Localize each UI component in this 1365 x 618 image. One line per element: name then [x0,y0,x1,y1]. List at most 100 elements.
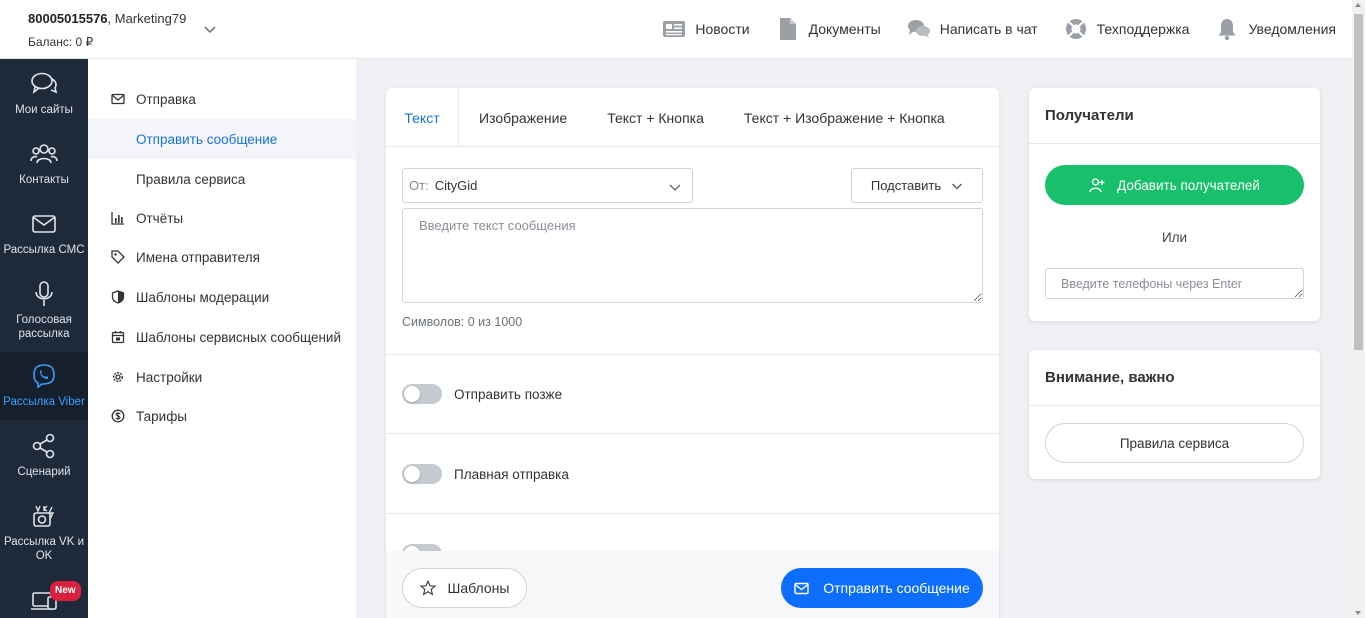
nav-documents-label: Документы [808,21,881,37]
sidebar-item-sms[interactable]: Рассылка СМС [0,211,88,269]
nav-chat-label: Написать в чат [939,21,1038,37]
recipients-card: Получатели Добавить получателей Или [1029,88,1320,321]
sidebar-item-label: Рассылка Viber [3,396,85,408]
divider [386,433,999,434]
divider [386,354,999,355]
account-info[interactable]: 80005015576, Marketing79 Баланс: 0 ₽ [28,11,186,49]
envelope-icon [794,582,809,594]
scrollbar-thumb[interactable] [1354,14,1363,350]
menu-item-settings[interactable]: Настройки [88,357,356,397]
nav-news[interactable]: Новости [662,17,750,41]
menu-item-send-message[interactable]: Отправить сообщение [88,119,356,159]
sidebar-item-viber[interactable]: Рассылка Viber [0,352,88,420]
chat-bubbles-icon [31,72,58,94]
sidebar-item-label: Контакты [19,174,69,186]
sender-select[interactable]: От: CityGid [402,168,693,203]
send-message-button[interactable]: Отправить сообщение [781,568,983,608]
tab-image[interactable]: Изображение [459,88,587,147]
lifebuoy-icon [1065,19,1086,39]
chevron-down-icon[interactable] [203,22,217,36]
account-id: 80005015576 [28,11,108,26]
sidebar-item-voice[interactable]: Голосовая рассылка [0,281,88,353]
sender-label: От: [409,178,429,193]
bar-chart-icon [111,212,124,225]
composer-footer: Шаблоны Отправить сообщение [386,551,999,618]
menu-item-label: Имена отправителя [136,249,260,265]
sidebar-item-label: Голосовая рассылка [16,314,72,340]
section-menu: Отправка Отправить сообщение Правила сер… [88,59,356,618]
message-type-tabs: Текст Изображение Текст + Кнопка Текст +… [386,88,999,147]
sidebar-item-devices[interactable]: New [0,581,88,618]
account-line: 80005015576, Marketing79 [28,11,186,26]
templates-label: Шаблоны [447,580,510,596]
nav-news-label: Новости [695,21,750,37]
service-rules-button[interactable]: Правила сервиса [1045,423,1304,463]
sidebar-item-label: Мои сайты [15,104,73,116]
important-card: Внимание, важно Правила сервиса [1029,350,1320,479]
menu-item-send[interactable]: Отправка [88,79,356,119]
scroll-down-icon[interactable] [1355,611,1361,615]
new-badge: New [50,581,81,601]
sidebar-item-label: Рассылка СМС [3,244,85,256]
message-composer-card: Текст Изображение Текст + Кнопка Текст +… [386,88,999,618]
top-nav: Новости Документы Написать в чат Техподд… [636,17,1336,41]
menu-item-label: Отправка [136,91,196,107]
important-title: Внимание, важно [1029,350,1320,406]
nav-support-label: Техподдержка [1096,21,1190,37]
menu-item-sender-names[interactable]: Имена отправителя [88,237,356,277]
document-icon [779,18,796,40]
menu-item-reports[interactable]: Отчёты [88,198,356,238]
tab-text[interactable]: Текст [386,88,459,147]
symbol-counter: Символов: 0 из 1000 [402,315,523,329]
sidebar-item-my-sites[interactable]: Мои сайты [0,71,88,129]
tab-text-image-button[interactable]: Текст + Изображение + Кнопка [724,88,965,147]
dollar-circle-icon [111,409,125,423]
menu-item-moderation-templates[interactable]: Шаблоны модерации [88,277,356,317]
chevron-down-icon [952,183,963,189]
smooth-send-toggle[interactable] [402,464,442,484]
nav-documents[interactable]: Документы [776,17,881,41]
menu-item-service-rules[interactable]: Правила сервиса [88,159,356,199]
sidebar-item-scenario[interactable]: Сценарий [0,433,88,491]
phones-textarea[interactable] [1045,268,1304,299]
sidebar-item-contacts[interactable]: Контакты [0,141,88,199]
menu-item-tariffs[interactable]: Тарифы [88,396,356,436]
scroll-up-icon[interactable] [1355,3,1361,7]
message-textarea[interactable] [402,208,983,303]
main-sidebar: Мои сайты Контакты Рассылка СМС Голосова… [0,59,88,618]
tab-text-button[interactable]: Текст + Кнопка [587,88,724,147]
gear-icon [112,371,124,383]
insert-variable-button[interactable]: Подставить [851,168,983,203]
send-later-row: Отправить позже [402,384,562,404]
menu-item-label: Отправить сообщение [136,131,278,147]
divider [386,513,999,514]
menu-item-label: Отчёты [136,210,184,226]
nav-notifications-label: Уведомления [1248,21,1336,37]
send-later-label: Отправить позже [454,386,563,402]
account-name: , Marketing79 [107,11,187,26]
contacts-icon [30,144,58,164]
sidebar-item-vk-ok[interactable]: Рассылка VK и OK [0,503,88,575]
menu-item-label: Шаблоны сервисных сообщений [136,329,341,345]
add-user-icon [1089,178,1105,193]
nav-chat[interactable]: Написать в чат [907,17,1038,41]
shield-icon [111,290,125,304]
add-recipients-button[interactable]: Добавить получателей [1045,165,1304,205]
nav-support[interactable]: Техподдержка [1064,17,1190,41]
nav-notifications[interactable]: Уведомления [1215,17,1336,41]
envelope-icon [111,93,125,105]
bell-icon [1218,19,1236,41]
menu-item-label: Тарифы [136,408,188,424]
chat-icon [907,20,930,38]
chevron-down-icon [669,184,681,191]
page-scrollbar[interactable] [1352,0,1365,618]
send-later-toggle[interactable] [402,384,442,404]
smooth-send-row: Плавная отправка [402,464,569,484]
viber-icon [33,364,55,389]
vk-ok-icon [33,505,55,527]
or-label: Или [1161,230,1188,245]
balance: Баланс: 0 ₽ [28,35,94,49]
menu-item-service-templates[interactable]: Шаблоны сервисных сообщений [88,317,356,357]
menu-item-label: Шаблоны модерации [136,289,270,305]
templates-button[interactable]: Шаблоны [402,568,527,608]
